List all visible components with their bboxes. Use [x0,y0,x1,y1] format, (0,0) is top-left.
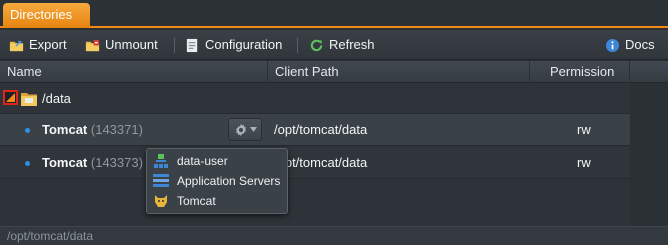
popup-item-tomcat[interactable]: Tomcat [147,191,287,211]
client-path-cell: /opt/tomcat/data [274,122,368,137]
tab-directories[interactable]: Directories [3,3,90,28]
gear-icon [235,123,246,136]
refresh-label: Refresh [329,37,375,52]
toolbar-divider [174,38,175,53]
server-stack-icon [153,174,169,187]
grid-header: Name Client Path Permission [0,61,668,83]
folder-icon [21,93,37,106]
group-label: /data [42,91,71,106]
chevron-down-icon [249,127,257,132]
unmount-folder-icon [85,39,100,51]
configuration-label: Configuration [205,37,283,52]
table-row[interactable]: Tomcat (143371) /opt/tomcat/data rw [0,114,630,146]
configuration-document-icon [186,38,198,52]
docs-button[interactable]: Docs [605,30,655,60]
popup-item-label: data-user [177,154,228,168]
toolbar: Export Unmount Configuration Refresh Doc… [0,30,668,60]
node-cell: Tomcat (143373) [42,147,143,179]
export-folder-icon [9,40,24,51]
row-bullet-icon [25,161,30,166]
node-name: Tomcat [42,155,88,170]
user-node-icon [154,154,168,168]
column-header-client-path[interactable]: Client Path [268,61,530,83]
table-row[interactable]: Tomcat (143373) /opt/tomcat/data rw [0,147,630,179]
docs-label: Docs [625,37,655,52]
permission-cell: rw [577,122,591,137]
tomcat-icon [155,195,167,207]
export-label: Export [29,37,67,52]
group-row-data[interactable]: /data [0,83,630,114]
tab-bar: Directories [0,0,668,28]
grid-right-margin [630,83,668,226]
unmount-label: Unmount [105,37,158,52]
unmount-button[interactable]: Unmount [85,30,158,60]
status-bar: /opt/tomcat/data [0,226,668,245]
node-info-popup: data-user Application Servers Tomcat [146,148,288,214]
popup-item-application-servers[interactable]: Application Servers [147,171,287,191]
popup-item-label: Application Servers [177,174,281,188]
node-id: (143371) [90,122,143,137]
popup-item-data-user[interactable]: data-user [147,151,287,171]
node-id: (143373) [90,155,143,170]
column-header-name[interactable]: Name [0,61,268,83]
refresh-button[interactable]: Refresh [309,30,375,60]
node-cell: Tomcat (143371) [42,114,143,146]
row-settings-button[interactable] [228,118,262,141]
permission-cell: rw [577,155,591,170]
column-header-permission[interactable]: Permission [530,61,630,83]
refresh-icon [310,39,323,51]
status-path: /opt/tomcat/data [7,229,94,243]
popup-item-label: Tomcat [177,194,216,208]
configuration-button[interactable]: Configuration [185,30,282,60]
node-name: Tomcat [42,122,88,137]
directories-grid: /data Tomcat (143371) /opt/tomcat/data r… [0,83,630,226]
export-button[interactable]: Export [9,30,67,60]
help-info-icon [605,38,620,52]
row-bullet-icon [25,128,30,133]
toolbar-divider [297,38,298,53]
collapse-toggle-icon[interactable] [3,90,18,105]
